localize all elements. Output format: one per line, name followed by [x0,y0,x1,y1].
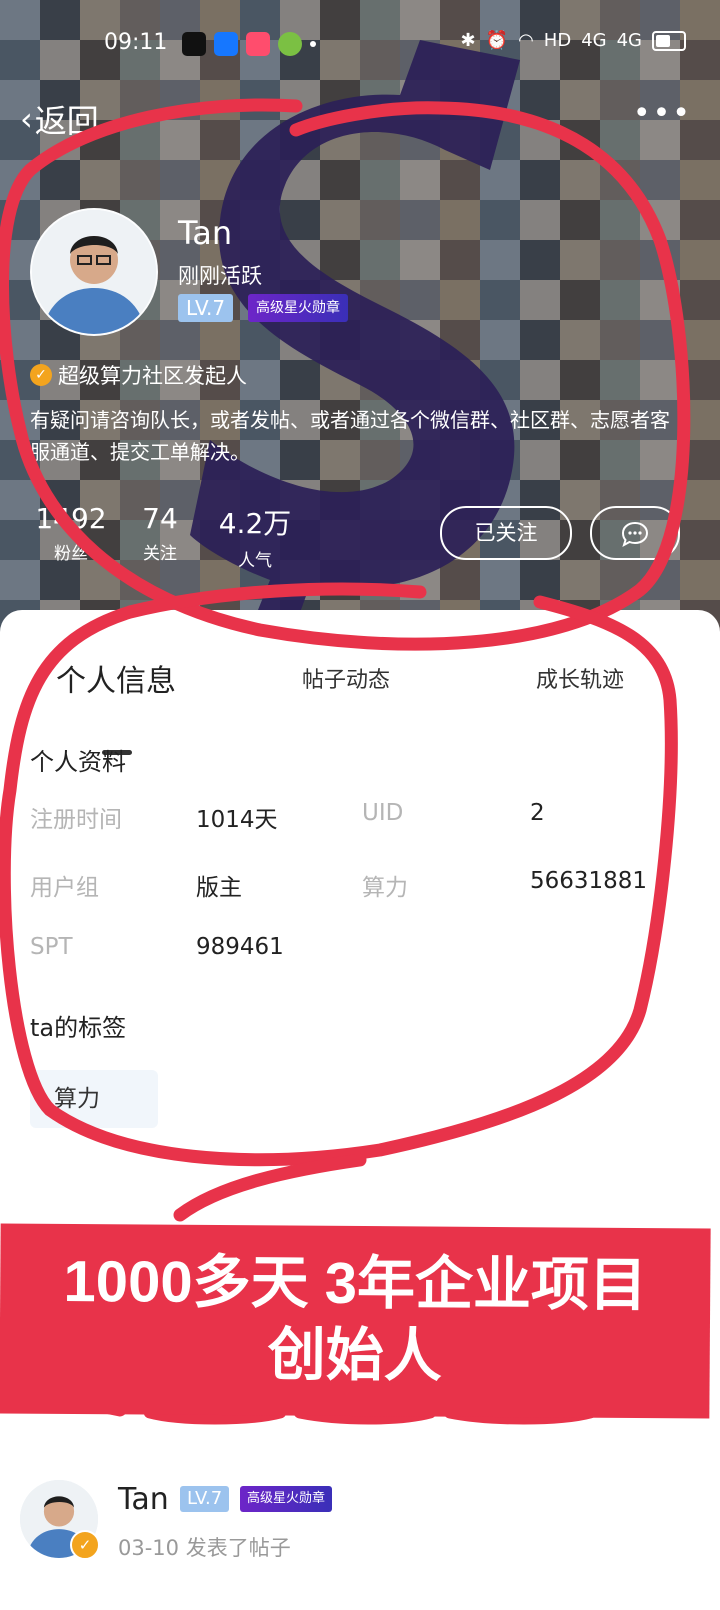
follow-button[interactable]: 已关注 [440,506,572,560]
tab-growth[interactable]: 成长轨迹 [536,662,624,694]
field-key: UID [362,800,404,826]
back-label: 返回 [34,102,99,140]
status-bar: 09:11 ✱ ⏰ ◠ HD 4G 4G [0,26,720,66]
stat-value: 74 [142,502,178,535]
notification-dot-icon [310,41,316,47]
verified-title-text: 超级算力社区发起人 [58,364,247,388]
section-title-profile: 个人资料 [30,748,126,776]
section-title-tags: ta的标签 [30,1014,127,1042]
field-value: 1014天 [196,807,278,833]
post-meta: 03-10 发表了帖子 [118,1536,291,1560]
banner-line-1: 1000多天 3年企业项目 [63,1248,648,1319]
chat-bubble-icon [621,521,649,547]
chevron-left-icon: ‹ [20,100,33,138]
field-value: 版主 [196,875,242,901]
more-options-button[interactable]: ••• [633,96,692,131]
level-badge: LV.7 [178,294,234,322]
stat-label: 关注 [143,544,177,564]
medal-badge[interactable]: 高级星火勋章 [248,294,348,322]
stat-label: 粉丝 [54,544,88,564]
alarm-icon: ⏰ [485,30,509,51]
verified-title: ✓ 超级算力社区发起人 [30,360,247,390]
qq-music-icon [278,32,302,56]
post-author-name[interactable]: Tan [118,1482,169,1517]
stat-value: 1492 [35,502,107,535]
tiktok-icon [182,32,206,56]
signal-1-label: 4G [581,30,607,51]
level-badge: LV.7 [180,1486,230,1512]
medal-badge: 高级星火勋章 [240,1486,333,1512]
field-value: 989461 [196,934,284,960]
verified-check-icon: ✓ [70,1530,100,1560]
promo-banner: 1000多天 3年企业项目 创始人 [0,1223,711,1419]
field-key: 算力 [362,875,408,901]
video-app-icon [246,32,270,56]
person-avatar-icon [32,210,156,334]
bluetooth-icon: ✱ [460,30,476,51]
field-value: 56631881 [530,868,648,894]
signal-2-label: 4G [616,30,642,51]
battery-icon [652,30,686,51]
wifi-icon: ◠ [518,30,534,51]
back-button[interactable]: ‹ 返回 [20,96,99,142]
field-key: SPT [30,934,73,960]
profile-name: Tan [178,214,233,252]
field-key: 注册时间 [30,807,122,833]
profile-detail-card: 个人信息 帖子动态 成长轨迹 个人资料 注册时间 1014天 UID 2 用户组… [0,610,720,1610]
profile-tabs: 个人信息 帖子动态 成长轨迹 [0,656,720,755]
field-value: 2 [530,800,545,826]
active-status: 刚刚活跃 [178,264,262,288]
profile-avatar[interactable] [30,208,158,336]
alipay-icon [214,32,238,56]
banner-line-2: 创始人 [267,1322,442,1389]
tab-personal-info[interactable]: 个人信息 [56,656,176,700]
stat-label: 人气 [238,551,272,571]
stat-fans[interactable]: 1492 粉丝 [32,502,110,564]
message-button[interactable] [590,506,680,560]
field-key: 用户组 [30,875,99,901]
stat-following[interactable]: 74 关注 [132,502,188,564]
stat-popularity[interactable]: 4.2万 人气 [214,502,296,571]
tag-chip[interactable]: 算力 [30,1070,158,1128]
tab-posts[interactable]: 帖子动态 [302,662,390,694]
status-time: 09:11 [104,30,168,55]
stat-value: 4.2万 [218,507,292,540]
network-label: HD [543,30,572,51]
profile-bio: 有疑问请咨询队长，或者发帖、或者通过各个微信群、社区群、志愿者客服通道、提交工单… [30,408,670,464]
verified-check-icon: ✓ [30,364,52,386]
